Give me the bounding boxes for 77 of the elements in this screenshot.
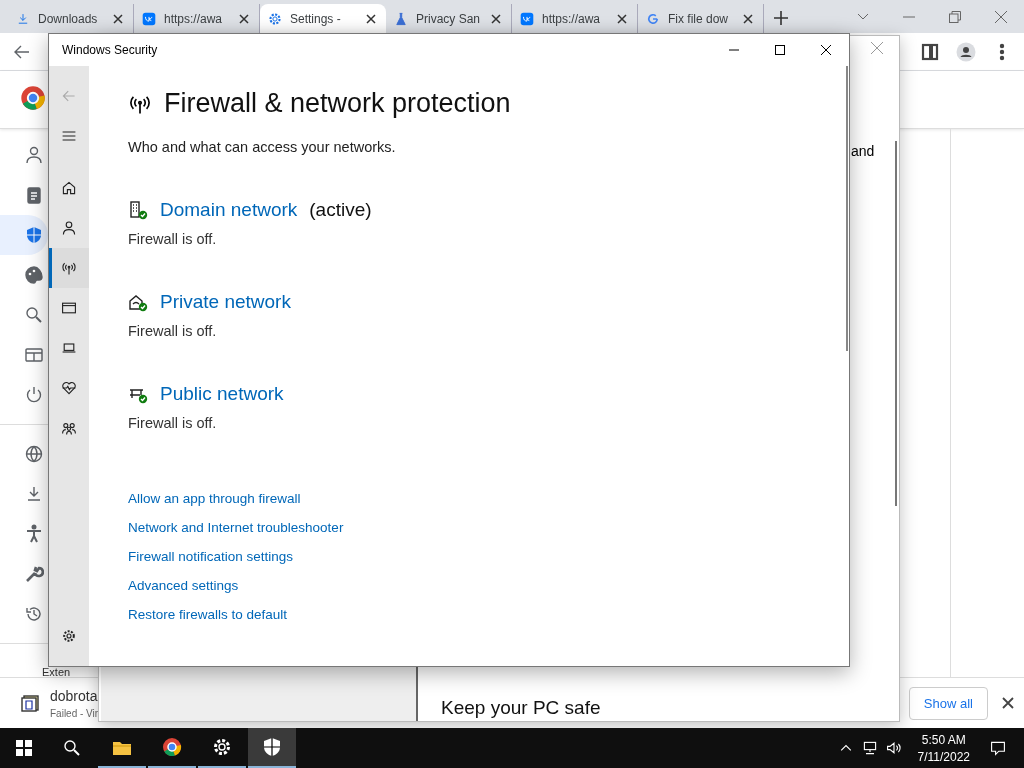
gear-glyph: [61, 628, 77, 644]
show-all-button[interactable]: Show all: [908, 686, 988, 720]
clock-time[interactable]: 5:50 AM: [921, 732, 966, 747]
body-text: and: [851, 143, 875, 159]
close-icon[interactable]: [237, 11, 251, 26]
close-icon[interactable]: [1002, 697, 1014, 709]
taskbar-app[interactable]: [248, 728, 296, 768]
speech-bubble-glyph: [990, 740, 1006, 756]
wifi-icon: [61, 260, 77, 276]
palette-icon: [24, 265, 44, 285]
file-icon: [20, 693, 40, 713]
windows-logo: [14, 738, 34, 758]
person-icon: [61, 220, 77, 236]
search-icon: [24, 305, 44, 325]
globe-icon: [24, 444, 44, 464]
google-logo: [646, 11, 660, 26]
download-icon: [16, 11, 30, 26]
gear-icon: [268, 11, 282, 26]
back-glyph: [61, 88, 77, 104]
active-label: (active): [309, 199, 372, 221]
clock-date[interactable]: 7/11/2022: [917, 749, 970, 764]
firewall-status: Firewall is off.: [128, 231, 218, 247]
vk-logo: [142, 11, 156, 26]
shield-icon: [24, 225, 44, 245]
network-link[interactable]: Domain network: [160, 199, 298, 221]
person-icon: [24, 145, 44, 165]
monitor-glyph: [861, 740, 878, 756]
close-icon[interactable]: [364, 11, 378, 26]
download-filename[interactable]: dobrota.: [50, 687, 102, 704]
chrome-logo: [162, 737, 182, 757]
firewall-status: Firewall is off.: [128, 323, 218, 339]
window-title: Windows Security: [62, 43, 158, 57]
family-icon: [61, 420, 77, 436]
page-title: Firewall & network protection: [164, 88, 511, 119]
avatar-glyph: [956, 41, 976, 62]
new-tab-icon[interactable]: [774, 11, 788, 25]
browser-tab[interactable]: Settings -: [260, 4, 386, 33]
settings-link[interactable]: Firewall notification settings: [128, 549, 294, 564]
browser-icon: [24, 345, 44, 365]
settings-link[interactable]: Network and Internet troubleshooter: [128, 520, 344, 535]
firewall-status: Firewall is off.: [128, 415, 218, 431]
close-icon[interactable]: [111, 11, 125, 26]
power-icon: [24, 385, 44, 405]
heart-icon: [61, 380, 77, 396]
vk-logo: [520, 11, 534, 26]
gear-icon: [212, 737, 232, 757]
network-link[interactable]: Private network: [160, 291, 291, 313]
speaker-glyph: [885, 740, 902, 756]
chrome-logo: [20, 84, 46, 111]
close-icon[interactable]: [615, 11, 629, 26]
network-link[interactable]: Public network: [160, 383, 284, 405]
scrollbar[interactable]: [895, 141, 897, 506]
menu-glyph: [61, 128, 77, 144]
settings-link[interactable]: Advanced settings: [128, 578, 239, 593]
building-check-icon: [128, 200, 148, 220]
scrollbar[interactable]: [846, 66, 848, 351]
close-icon[interactable]: [489, 11, 503, 26]
clipboard-icon: [24, 185, 44, 205]
house-check-icon: [128, 292, 148, 312]
extensions-label[interactable]: Exten: [42, 666, 71, 677]
window-icon: [61, 300, 77, 316]
close-icon[interactable]: [741, 11, 755, 26]
settings-link[interactable]: Restore firewalls to default: [128, 607, 288, 622]
download-status: Failed - Vir: [50, 707, 100, 719]
search-glyph: [62, 738, 82, 758]
settings-link[interactable]: Allow an app through firewall: [128, 491, 301, 506]
history-icon: [24, 604, 44, 624]
sidebar-item[interactable]: [0, 215, 48, 255]
shield-icon: [262, 737, 282, 757]
flask-icon: [394, 11, 408, 26]
page-subtitle: Who and what can access your networks.: [128, 139, 397, 155]
wrench-icon: [24, 564, 44, 584]
side-panel-glyph: [920, 41, 940, 62]
accessibility-icon: [24, 524, 44, 544]
section-heading: Keep your PC safe: [441, 697, 601, 719]
laptop-icon: [61, 340, 77, 356]
home-icon: [61, 180, 77, 196]
